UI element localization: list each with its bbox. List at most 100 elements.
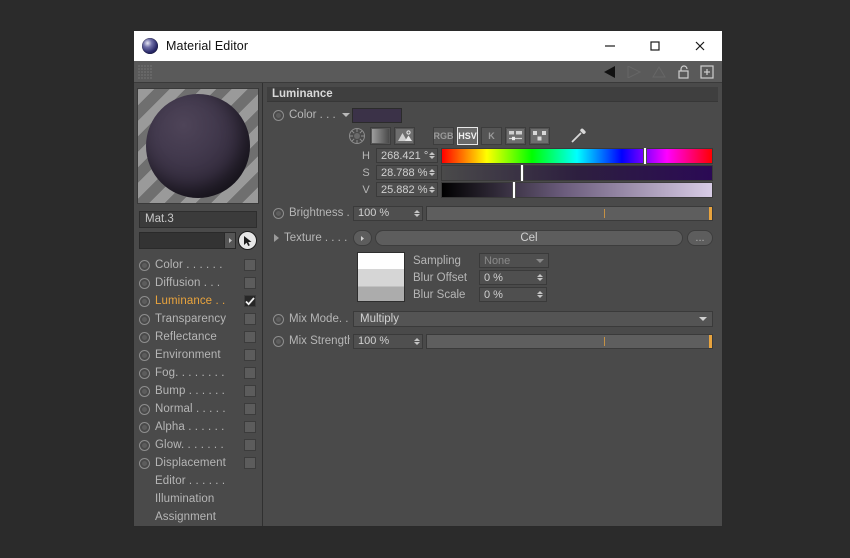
maximize-button[interactable]: [632, 31, 677, 61]
stepper-up-icon[interactable]: [537, 291, 543, 294]
chevron-down-icon[interactable]: [342, 113, 350, 117]
brightness-stepper[interactable]: [414, 207, 420, 220]
mix-strength-slider[interactable]: [426, 334, 713, 349]
mix-strength-stepper[interactable]: [414, 335, 420, 348]
texture-browse-button[interactable]: ...: [687, 230, 713, 246]
sidebar-item-assignment[interactable]: Assignment: [137, 508, 259, 526]
channel-item-normal[interactable]: Normal . . . . .: [137, 400, 259, 418]
texture-name-field[interactable]: Cel: [375, 230, 683, 246]
channel-radio-icon[interactable]: [139, 386, 150, 397]
channel-radio-icon[interactable]: [139, 260, 150, 271]
channel-radio-icon[interactable]: [139, 368, 150, 379]
mix-strength-value-field[interactable]: 100 %: [353, 334, 423, 349]
color-radio-icon[interactable]: [273, 110, 284, 121]
channel-radio-icon[interactable]: [139, 296, 150, 307]
mix-strength-slider-handle[interactable]: [709, 335, 712, 348]
hue-slider[interactable]: [441, 148, 713, 164]
saturation-slider-handle[interactable]: [520, 164, 524, 182]
channel-item-fog[interactable]: Fog. . . . . . . .: [137, 364, 259, 382]
channel-checkbox[interactable]: [244, 295, 256, 307]
stepper-up-icon[interactable]: [429, 186, 435, 189]
search-input[interactable]: [139, 232, 236, 249]
blur-scale-stepper[interactable]: [537, 288, 543, 301]
mix-mode-radio-icon[interactable]: [273, 314, 284, 325]
add-box-icon[interactable]: [698, 64, 716, 80]
texture-thumbnail[interactable]: [357, 252, 405, 302]
channel-item-displacement[interactable]: Displacement: [137, 454, 259, 472]
material-name-field[interactable]: Mat.3: [139, 211, 257, 228]
image-picker-icon[interactable]: [394, 127, 415, 145]
up-arrow-dim-icon[interactable]: [650, 64, 668, 80]
channel-radio-icon[interactable]: [139, 440, 150, 451]
hue-stepper[interactable]: [429, 149, 435, 162]
channel-radio-icon[interactable]: [139, 404, 150, 415]
kelvin-mode-button[interactable]: K: [481, 127, 502, 145]
unlock-icon[interactable]: [674, 64, 692, 80]
stepper-down-icon[interactable]: [429, 173, 435, 176]
channel-radio-icon[interactable]: [139, 278, 150, 289]
hsv-mode-button[interactable]: HSV: [457, 127, 478, 145]
expand-triangle-icon[interactable]: [274, 234, 279, 242]
stepper-down-icon[interactable]: [414, 214, 420, 217]
stepper-down-icon[interactable]: [429, 156, 435, 159]
hue-slider-handle[interactable]: [643, 147, 647, 165]
color-swatch[interactable]: [352, 108, 402, 123]
value-slider[interactable]: [441, 182, 713, 198]
mix-strength-radio-icon[interactable]: [273, 336, 284, 347]
channel-checkbox[interactable]: [244, 259, 256, 271]
brightness-slider-handle[interactable]: [709, 207, 712, 220]
channel-checkbox[interactable]: [244, 421, 256, 433]
sidebar-item-illumination[interactable]: Illumination: [137, 490, 259, 508]
stepper-up-icon[interactable]: [537, 274, 543, 277]
blur-scale-field[interactable]: 0 %: [479, 287, 547, 302]
channel-checkbox[interactable]: [244, 277, 256, 289]
channel-radio-icon[interactable]: [139, 314, 150, 325]
sliders-icon[interactable]: [505, 127, 526, 145]
minimize-button[interactable]: [587, 31, 632, 61]
channel-item-diffusion[interactable]: Diffusion . . .: [137, 274, 259, 292]
search-dropdown-icon[interactable]: [224, 233, 235, 248]
stepper-down-icon[interactable]: [537, 295, 543, 298]
channel-item-transparency[interactable]: Transparency: [137, 310, 259, 328]
sampling-select[interactable]: None: [479, 253, 549, 268]
channel-checkbox[interactable]: [244, 367, 256, 379]
drag-grip[interactable]: [138, 65, 152, 79]
color-wheel-icon[interactable]: [346, 127, 367, 145]
channel-checkbox[interactable]: [244, 439, 256, 451]
hue-value-field[interactable]: 268.421 °: [376, 148, 438, 163]
channel-checkbox[interactable]: [244, 403, 256, 415]
channel-checkbox[interactable]: [244, 331, 256, 343]
close-button[interactable]: [677, 31, 722, 61]
value-value-field[interactable]: 25.882 %: [376, 182, 438, 197]
value-slider-handle[interactable]: [512, 181, 516, 199]
back-arrow-icon[interactable]: [602, 64, 620, 80]
channel-item-glow[interactable]: Glow. . . . . . .: [137, 436, 259, 454]
brightness-slider[interactable]: [426, 206, 713, 221]
channel-checkbox[interactable]: [244, 313, 256, 325]
stepper-up-icon[interactable]: [429, 152, 435, 155]
mix-mode-select[interactable]: Multiply: [353, 311, 713, 327]
channel-item-alpha[interactable]: Alpha . . . . . .: [137, 418, 259, 436]
channel-radio-icon[interactable]: [139, 422, 150, 433]
channel-item-environment[interactable]: Environment: [137, 346, 259, 364]
eyedropper-icon[interactable]: [568, 127, 589, 145]
sidebar-item-editor[interactable]: Editor . . . . . .: [137, 472, 259, 490]
brightness-radio-icon[interactable]: [273, 208, 284, 219]
pick-cursor-icon[interactable]: [238, 231, 257, 250]
stepper-down-icon[interactable]: [537, 278, 543, 281]
texture-menu-button[interactable]: [353, 230, 372, 246]
rgb-mode-button[interactable]: RGB: [433, 127, 454, 145]
channel-checkbox[interactable]: [244, 385, 256, 397]
channel-item-color[interactable]: Color . . . . . .: [137, 256, 259, 274]
forward-arrow-dim-icon[interactable]: [626, 64, 644, 80]
stepper-up-icon[interactable]: [414, 210, 420, 213]
blur-offset-field[interactable]: 0 %: [479, 270, 547, 285]
channel-radio-icon[interactable]: [139, 350, 150, 361]
swatches-icon[interactable]: [529, 127, 550, 145]
material-preview[interactable]: [137, 88, 259, 204]
saturation-slider[interactable]: [441, 165, 713, 181]
stepper-down-icon[interactable]: [414, 342, 420, 345]
channel-item-reflectance[interactable]: Reflectance: [137, 328, 259, 346]
channel-radio-icon[interactable]: [139, 332, 150, 343]
channel-item-luminance[interactable]: Luminance . .: [137, 292, 259, 310]
